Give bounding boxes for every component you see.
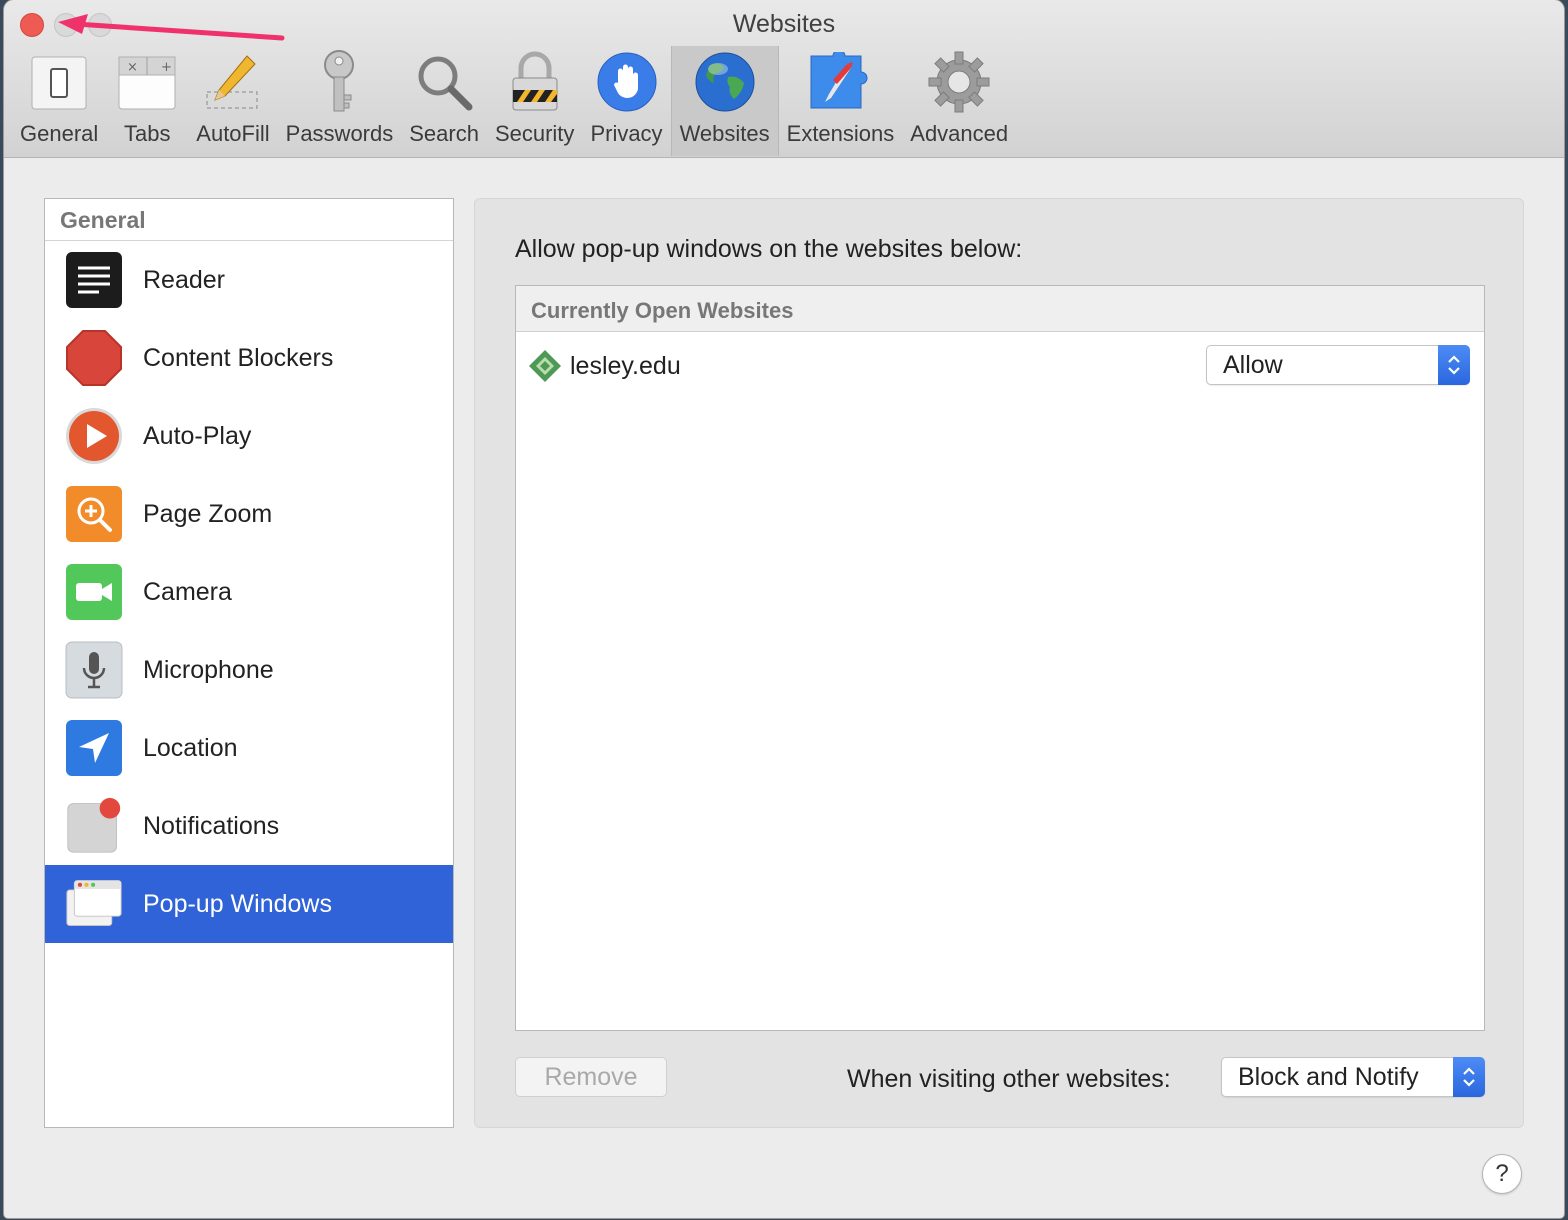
svg-text:×: × <box>127 60 138 75</box>
tab-extensions[interactable]: Extensions <box>779 46 903 156</box>
sidebar-item-microphone[interactable]: Microphone <box>45 631 453 709</box>
tab-privacy[interactable]: Privacy <box>582 46 670 156</box>
svg-text:+: + <box>161 60 172 75</box>
tab-general[interactable]: General <box>12 46 106 156</box>
table-row[interactable]: lesley.edu Allow <box>516 332 1484 400</box>
sidebar: General Reader Content Blockers Auto-Pla… <box>44 198 454 1128</box>
site-favicon-icon <box>529 350 561 382</box>
sidebar-item-location[interactable]: Location <box>45 709 453 787</box>
tab-websites[interactable]: Websites <box>670 46 779 156</box>
zoom-icon <box>65 485 123 543</box>
notification-icon <box>65 797 123 855</box>
sidebar-item-camera[interactable]: Camera <box>45 553 453 631</box>
preferences-window: Websites General × + Tabs AutoFill Passw… <box>4 0 1564 1218</box>
location-arrow-icon <box>65 719 123 777</box>
sidebar-item-page-zoom[interactable]: Page Zoom <box>45 475 453 553</box>
sidebar-item-pop-up-windows[interactable]: Pop-up Windows <box>45 865 453 943</box>
tab-security[interactable]: Security <box>487 46 582 156</box>
stop-sign-icon <box>65 329 123 387</box>
chevron-up-down-icon <box>1453 1057 1485 1097</box>
title-bar: Websites General × + Tabs AutoFill Passw… <box>4 0 1564 158</box>
annotation-arrow <box>58 14 285 41</box>
other-websites-select[interactable]: Block and Notify <box>1221 1057 1485 1097</box>
chevron-up-down-icon <box>1438 345 1470 385</box>
preferences-toolbar: General × + Tabs AutoFill Passwords Sear… <box>12 46 1016 156</box>
preferences-content: General Reader Content Blockers Auto-Pla… <box>4 158 1564 1218</box>
sidebar-header: General <box>45 199 453 241</box>
hand-icon <box>594 49 660 115</box>
tab-passwords[interactable]: Passwords <box>278 46 402 156</box>
pencil-icon <box>200 49 266 115</box>
puzzle-icon <box>807 49 873 115</box>
magnifier-icon <box>411 49 477 115</box>
popup-windows-icon <box>65 875 123 933</box>
websites-list[interactable]: Currently Open Websites lesley.edu Allow <box>515 285 1485 1031</box>
globe-icon <box>692 49 758 115</box>
site-popup-setting-select[interactable]: Allow <box>1206 345 1470 385</box>
websites-settings-panel: Allow pop-up windows on the websites bel… <box>474 198 1524 1128</box>
tab-tabs[interactable]: × + Tabs <box>106 46 188 156</box>
sidebar-item-auto-play[interactable]: Auto-Play <box>45 397 453 475</box>
tab-advanced[interactable]: Advanced <box>902 46 1016 156</box>
tabs-icon: × + <box>114 49 180 115</box>
play-icon <box>65 407 123 465</box>
sidebar-item-notifications[interactable]: Notifications <box>45 787 453 865</box>
sidebar-item-content-blockers[interactable]: Content Blockers <box>45 319 453 397</box>
help-button[interactable]: ? <box>1482 1154 1522 1194</box>
remove-button[interactable]: Remove <box>515 1057 667 1097</box>
tab-autofill[interactable]: AutoFill <box>188 46 277 156</box>
tab-search[interactable]: Search <box>401 46 487 156</box>
other-websites-label: When visiting other websites: <box>847 1065 1171 1093</box>
key-icon <box>306 49 372 115</box>
microphone-icon <box>65 641 123 699</box>
lock-icon <box>502 49 568 115</box>
gear-icon <box>926 49 992 115</box>
site-name: lesley.edu <box>570 351 681 380</box>
general-icon <box>26 49 92 115</box>
sidebar-item-reader[interactable]: Reader <box>45 241 453 319</box>
reader-icon <box>65 251 123 309</box>
panel-heading: Allow pop-up windows on the websites bel… <box>515 235 1023 263</box>
list-header: Currently Open Websites <box>516 286 1484 332</box>
camera-icon <box>65 563 123 621</box>
